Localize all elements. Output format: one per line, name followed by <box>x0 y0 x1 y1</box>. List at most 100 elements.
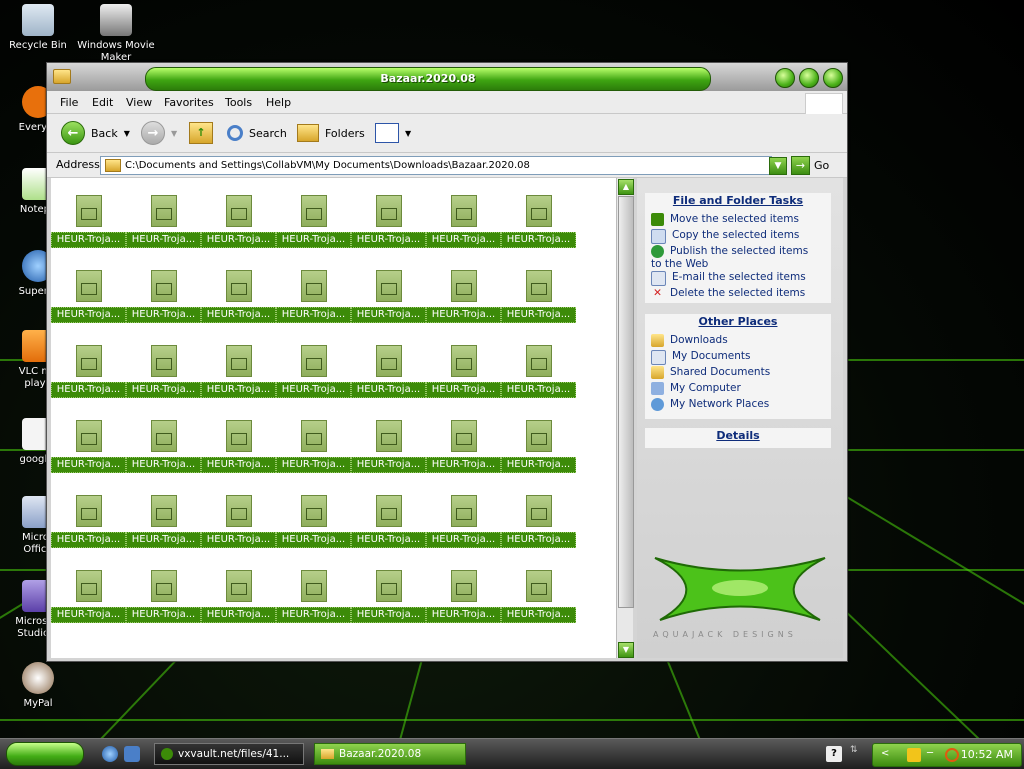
place-my-documents[interactable]: My Documents <box>651 350 750 365</box>
file-item[interactable]: HEUR-Troja... <box>201 570 276 645</box>
file-item[interactable]: HEUR-Troja... <box>126 178 201 195</box>
file-item[interactable]: HEUR-Troja... <box>51 270 126 345</box>
task-explorer[interactable]: Bazaar.2020.08 <box>314 743 466 765</box>
tray-expand-icon[interactable]: ⇅ <box>850 745 858 755</box>
close-button[interactable] <box>823 68 843 88</box>
desktop-icon-mypal[interactable]: MyPal <box>0 662 78 710</box>
file-item[interactable]: HEUR-Troja... <box>351 270 426 345</box>
scroll-down-button[interactable]: ▼ <box>618 642 634 658</box>
file-item[interactable]: HEUR-Troja... <box>426 270 501 345</box>
file-item[interactable]: HEUR-Troja... <box>501 178 576 195</box>
file-item[interactable]: HEUR-Troja... <box>276 420 351 495</box>
vertical-scrollbar[interactable]: ▲ ▼ <box>616 178 634 658</box>
file-item[interactable]: HEUR-Troja... <box>276 345 351 420</box>
file-item[interactable]: HEUR-Troja... <box>351 195 426 270</box>
file-item[interactable]: HEUR-Troja... <box>201 420 276 495</box>
file-item[interactable]: HEUR-Troja... <box>51 345 126 420</box>
clock[interactable]: 10:52 AM <box>961 748 1013 761</box>
file-item[interactable]: HEUR-Troja... <box>501 195 576 270</box>
title-bar[interactable]: Bazaar.2020.08 <box>47 63 847 91</box>
menu-help[interactable]: Help <box>266 96 291 109</box>
file-item[interactable]: HEUR-Troja... <box>501 270 576 345</box>
place-downloads[interactable]: Downloads <box>651 334 728 347</box>
internet-explorer-icon[interactable] <box>102 746 118 762</box>
file-folder-tasks-title[interactable]: File and Folder Tasks <box>645 193 831 209</box>
task-publish[interactable]: Publish the selected items to the Web <box>651 245 817 271</box>
help-icon[interactable]: ? <box>826 746 842 762</box>
show-desktop-icon[interactable] <box>124 746 140 762</box>
file-item[interactable]: HEUR-Troja... <box>126 495 201 570</box>
file-item[interactable]: HEUR-Troja... <box>426 570 501 645</box>
address-input[interactable]: C:\Documents and Settings\CollabVM\My Do… <box>100 156 772 175</box>
details-title[interactable]: Details <box>645 428 831 444</box>
file-item[interactable]: HEUR-Troja... <box>201 178 276 195</box>
file-item[interactable]: HEUR-Troja... <box>51 195 126 270</box>
back-button[interactable]: ← Back ▼ <box>61 121 130 145</box>
maximize-button[interactable] <box>799 68 819 88</box>
file-item[interactable]: HEUR-Troja... <box>351 495 426 570</box>
file-item[interactable]: HEUR-Troja... <box>51 495 126 570</box>
file-item[interactable]: HEUR-Troja... <box>426 420 501 495</box>
back-dropdown-icon[interactable]: ▼ <box>124 129 130 138</box>
views-button[interactable]: ▼ <box>375 121 411 145</box>
file-item[interactable]: HEUR-Troja... <box>276 495 351 570</box>
task-email[interactable]: E-mail the selected items <box>651 271 806 286</box>
menu-favorites[interactable]: Favorites <box>164 96 214 109</box>
scroll-up-button[interactable]: ▲ <box>618 179 634 195</box>
file-item[interactable]: HEUR-Troja... <box>126 420 201 495</box>
desktop-icon-recycle-bin[interactable]: Recycle Bin <box>0 4 78 52</box>
file-list[interactable]: HEUR-Troja... HEUR-Troja... HEUR-Troja... H… <box>51 178 621 658</box>
forward-button[interactable]: → ▼ <box>141 121 177 145</box>
tray-arrow-icon[interactable]: < <box>881 748 895 762</box>
task-move[interactable]: Move the selected items <box>651 213 799 226</box>
file-item[interactable]: HEUR-Troja... <box>426 495 501 570</box>
file-item[interactable]: HEUR-Troja... <box>126 270 201 345</box>
file-item[interactable]: HEUR-Troja... <box>276 178 351 195</box>
file-item[interactable]: HEUR-Troja... <box>426 345 501 420</box>
file-item[interactable]: HEUR-Troja... <box>51 420 126 495</box>
file-item[interactable]: HEUR-Troja... <box>201 195 276 270</box>
file-item[interactable]: HEUR-Troja... <box>51 570 126 645</box>
explorer-window[interactable]: Bazaar.2020.08 File Edit View Favorites … <box>46 62 848 662</box>
other-places-title[interactable]: Other Places <box>645 314 831 330</box>
file-item[interactable]: HEUR-Troja... <box>351 570 426 645</box>
file-item[interactable]: HEUR-Troja... <box>351 345 426 420</box>
file-item[interactable]: HEUR-Troja... <box>201 495 276 570</box>
task-copy[interactable]: Copy the selected items <box>651 229 799 244</box>
file-item[interactable]: HEUR-Troja... <box>201 345 276 420</box>
up-folder-button[interactable]: ↑ <box>189 121 213 145</box>
go-button[interactable]: → Go <box>791 156 829 175</box>
menu-tools[interactable]: Tools <box>225 96 252 109</box>
menu-edit[interactable]: Edit <box>92 96 113 109</box>
place-my-network-places[interactable]: My Network Places <box>651 398 769 411</box>
file-item[interactable]: HEUR-Troja... <box>51 178 126 195</box>
menu-view[interactable]: View <box>126 96 152 109</box>
search-icon[interactable] <box>945 748 959 762</box>
file-item[interactable]: HEUR-Troja... <box>126 570 201 645</box>
file-item[interactable]: HEUR-Troja... <box>501 345 576 420</box>
desktop-icon-movie-maker[interactable]: Windows Movie Maker <box>76 4 156 64</box>
file-item[interactable]: HEUR-Troja... <box>426 195 501 270</box>
file-item[interactable]: HEUR-Troja... <box>126 195 201 270</box>
file-item[interactable]: HEUR-Troja... <box>426 178 501 195</box>
file-item[interactable]: HEUR-Troja... <box>276 195 351 270</box>
menu-file[interactable]: File <box>60 96 78 109</box>
place-my-computer[interactable]: My Computer <box>651 382 741 395</box>
file-item[interactable]: HEUR-Troja... <box>501 420 576 495</box>
file-item[interactable]: HEUR-Troja... <box>276 270 351 345</box>
place-shared-documents[interactable]: Shared Documents <box>651 366 770 379</box>
minimize-button[interactable] <box>775 68 795 88</box>
search-button[interactable]: Search <box>227 121 287 145</box>
start-button[interactable] <box>6 742 84 766</box>
security-shield-icon[interactable] <box>907 748 921 762</box>
address-dropdown-button[interactable]: ▼ <box>769 157 787 175</box>
file-item[interactable]: HEUR-Troja... <box>501 495 576 570</box>
file-item[interactable]: HEUR-Troja... <box>351 420 426 495</box>
task-delete[interactable]: ✕ Delete the selected items <box>651 287 805 300</box>
file-item[interactable]: HEUR-Troja... <box>351 178 426 195</box>
task-browser[interactable]: vxvault.net/files/41... <box>154 743 304 765</box>
network-icon[interactable]: ─ <box>927 748 941 762</box>
file-item[interactable]: HEUR-Troja... <box>126 345 201 420</box>
scroll-thumb[interactable] <box>618 196 634 608</box>
file-item[interactable]: HEUR-Troja... <box>201 270 276 345</box>
